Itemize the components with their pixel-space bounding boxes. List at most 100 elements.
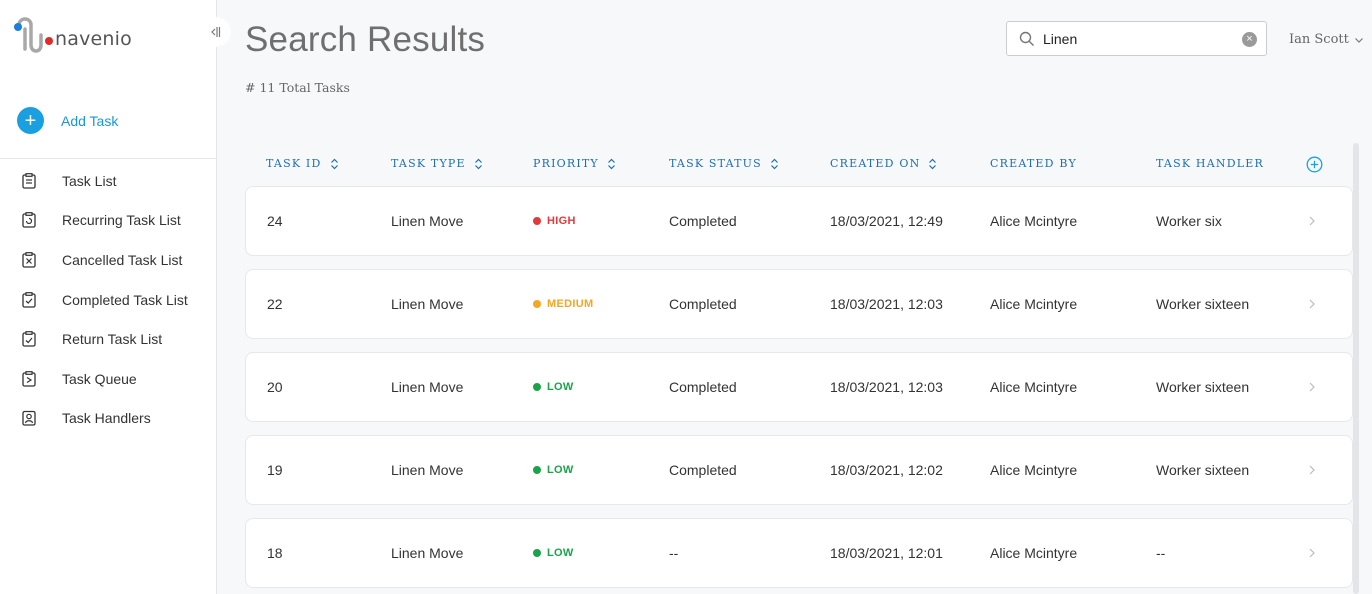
task-type-cell: Linen Move (391, 462, 464, 478)
column-header-task-handler: TASK HANDLER (1156, 157, 1264, 170)
sidebar: navenio + Add Task Task List Recurring T… (0, 0, 217, 594)
search-box[interactable]: × (1006, 21, 1267, 56)
task-status-cell: Completed (669, 379, 737, 395)
return-task-icon (21, 331, 37, 347)
chevron-right-icon[interactable] (1307, 546, 1317, 560)
recurring-task-icon (21, 212, 37, 229)
sidebar-nav: Task List Recurring Task List Cancelled … (0, 161, 217, 438)
sidebar-item-label: Task Queue (62, 370, 137, 387)
priority-label: LOW (547, 381, 574, 393)
column-header-priority[interactable]: PRIORITY (533, 157, 616, 170)
priority-dot (533, 466, 541, 474)
collapse-icon (211, 27, 221, 37)
created-by-cell: Alice Mcintyre (990, 379, 1078, 395)
task-type-cell: Linen Move (391, 213, 464, 229)
task-type-cell: Linen Move (391, 296, 464, 312)
priority-label: MEDIUM (547, 298, 594, 310)
task-status-cell: Completed (669, 213, 737, 229)
navenio-logo[interactable]: navenio (13, 14, 133, 56)
clear-search-icon[interactable]: × (1242, 32, 1257, 47)
plus-icon: + (17, 107, 44, 134)
task-status-cell: Completed (669, 296, 737, 312)
column-header-task-status[interactable]: TASK STATUS (669, 157, 779, 170)
created-on-cell: 18/03/2021, 12:02 (830, 462, 943, 478)
table-row[interactable]: 18 Linen Move LOW -- 18/03/2021, 12:01 A… (245, 518, 1353, 588)
column-header-task-type[interactable]: TASK TYPE (391, 157, 483, 170)
task-status-cell: -- (669, 545, 679, 561)
sidebar-item-label: Return Task List (62, 331, 163, 348)
task-status-cell: Completed (669, 462, 737, 478)
priority-badge: LOW (533, 547, 574, 559)
column-header-label: TASK STATUS (669, 157, 762, 170)
sidebar-item-task-queue[interactable]: Task Queue (0, 359, 217, 399)
priority-dot (533, 549, 541, 557)
priority-label: LOW (547, 464, 574, 476)
sidebar-item-label: Cancelled Task List (62, 251, 183, 268)
collapse-sidebar-button[interactable] (199, 17, 231, 47)
column-header-label: TASK HANDLER (1156, 157, 1264, 170)
created-on-cell: 18/03/2021, 12:03 (830, 379, 943, 395)
column-header-task-id[interactable]: TASK ID (266, 157, 339, 170)
column-header-label: CREATED ON (830, 157, 921, 170)
task-id-cell: 18 (267, 545, 283, 561)
created-on-cell: 18/03/2021, 12:49 (830, 213, 943, 229)
user-menu[interactable]: Ian Scott (1289, 32, 1364, 47)
scrollbar[interactable] (1353, 143, 1359, 594)
created-by-cell: Alice Mcintyre (990, 213, 1078, 229)
sidebar-item-return-task-list[interactable]: Return Task List (0, 319, 217, 359)
task-type-cell: Linen Move (391, 545, 464, 561)
column-header-created-by: CREATED BY (990, 157, 1077, 170)
task-handlers-icon (21, 410, 37, 427)
task-id-cell: 19 (267, 462, 283, 478)
sidebar-divider (0, 158, 217, 159)
cancelled-task-icon (21, 252, 37, 268)
priority-dot (533, 217, 541, 225)
task-id-cell: 22 (267, 296, 283, 312)
chevron-right-icon[interactable] (1307, 463, 1317, 477)
column-header-label: PRIORITY (533, 157, 599, 170)
chevron-right-icon[interactable] (1307, 297, 1317, 311)
created-by-cell: Alice Mcintyre (990, 462, 1078, 478)
priority-dot (533, 383, 541, 391)
add-column-icon[interactable] (1306, 156, 1323, 173)
user-name: Ian Scott (1289, 32, 1349, 47)
table-row[interactable]: 24 Linen Move HIGH Completed 18/03/2021,… (245, 186, 1353, 256)
chevron-right-icon[interactable] (1307, 380, 1317, 394)
table-row[interactable]: 20 Linen Move LOW Completed 18/03/2021, … (245, 352, 1353, 422)
priority-badge: MEDIUM (533, 298, 593, 310)
table-row[interactable]: 22 Linen Move MEDIUM Completed 18/03/202… (245, 269, 1353, 339)
task-type-cell: Linen Move (391, 379, 464, 395)
table-row[interactable]: 19 Linen Move LOW Completed 18/03/2021, … (245, 435, 1353, 505)
sort-icon (770, 158, 778, 169)
task-queue-icon (21, 370, 37, 387)
sidebar-item-task-handlers[interactable]: Task Handlers (0, 399, 217, 439)
add-task-button[interactable]: + Add Task (17, 107, 118, 134)
task-handler-cell: -- (1156, 545, 1166, 561)
column-header-label: TASK ID (266, 157, 322, 170)
task-handler-cell: Worker six (1156, 213, 1222, 229)
sort-icon (929, 158, 937, 169)
sidebar-item-label: Task List (62, 172, 117, 189)
column-header-label: TASK TYPE (391, 157, 466, 170)
task-handler-cell: Worker sixteen (1156, 296, 1250, 312)
sidebar-item-recurring-task-list[interactable]: Recurring Task List (0, 201, 217, 241)
sidebar-item-label: Recurring Task List (62, 212, 181, 229)
chevron-right-icon[interactable] (1307, 214, 1317, 228)
brand-name: navenio (55, 28, 132, 50)
priority-dot (533, 300, 541, 308)
sidebar-item-cancelled-task-list[interactable]: Cancelled Task List (0, 240, 217, 280)
sidebar-item-completed-task-list[interactable]: Completed Task List (0, 280, 217, 320)
table-header: TASK ID TASK TYPE PRIORITY TASK STATUS C… (245, 154, 1353, 174)
task-handler-cell: Worker sixteen (1156, 379, 1250, 395)
task-id-cell: 20 (267, 379, 283, 395)
column-header-label: CREATED BY (990, 157, 1077, 170)
column-header-created-on[interactable]: CREATED ON (830, 157, 937, 170)
task-list-icon (21, 172, 37, 189)
sort-icon (330, 158, 338, 169)
search-input[interactable] (1043, 28, 1233, 50)
total-tasks-count: # 11 Total Tasks (245, 80, 350, 95)
logo-mark-icon (14, 17, 53, 53)
created-on-cell: 18/03/2021, 12:03 (830, 296, 943, 312)
sidebar-item-task-list[interactable]: Task List (0, 161, 217, 201)
chevron-down-icon (1354, 37, 1363, 43)
